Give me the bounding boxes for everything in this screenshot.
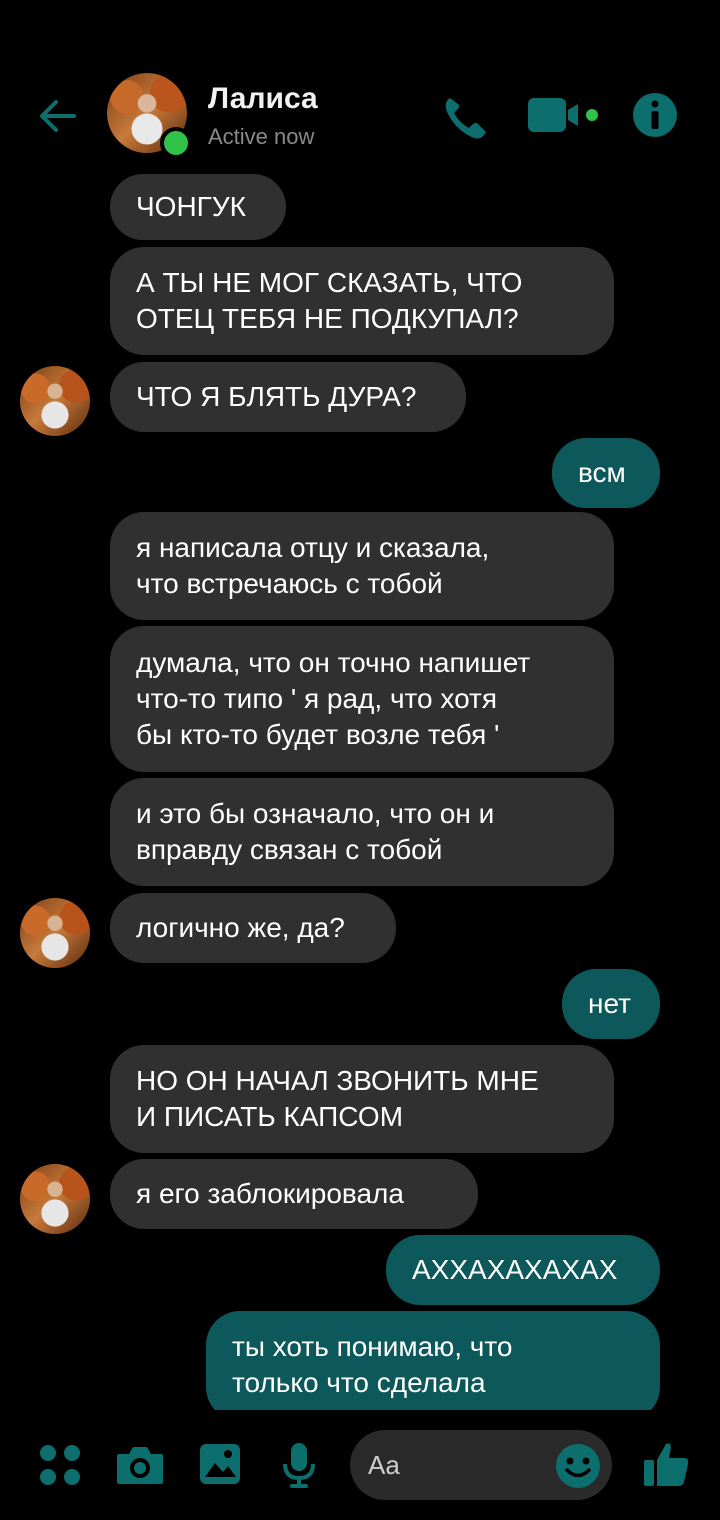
contact-name[interactable]: Лалиса xyxy=(208,82,318,116)
message-bubble-outgoing[interactable]: АХХАХАХАХАХ xyxy=(386,1235,660,1305)
contact-avatar-small xyxy=(20,366,90,436)
thumbs-up-icon[interactable] xyxy=(642,1440,690,1488)
emoji-icon[interactable] xyxy=(555,1443,601,1489)
contact-avatar-small xyxy=(20,898,90,968)
microphone-icon[interactable] xyxy=(282,1442,316,1488)
message-bubble-incoming[interactable]: А ТЫ НЕ МОГ СКАЗАТЬ, ЧТО ОТЕЦ ТЕБЯ НЕ ПО… xyxy=(110,247,614,355)
message-bubble-incoming[interactable]: ЧОНГУК xyxy=(110,174,286,240)
phone-icon[interactable] xyxy=(440,92,490,142)
message-bubble-incoming[interactable]: ЧТО Я БЛЯТЬ ДУРА? xyxy=(110,362,466,432)
contact-status: Active now xyxy=(208,124,315,149)
contact-avatar-small xyxy=(20,1164,90,1234)
gallery-icon[interactable] xyxy=(199,1443,241,1485)
camera-icon[interactable] xyxy=(115,1444,165,1486)
message-bubble-outgoing[interactable]: нет xyxy=(562,969,660,1039)
back-arrow-icon[interactable] xyxy=(30,88,86,144)
message-bubble-incoming[interactable]: думала, что он точно напишет что-то типо… xyxy=(110,626,614,772)
message-input-placeholder: Aa xyxy=(368,1449,400,1480)
chat-header: Лалиса Active now xyxy=(0,0,720,170)
message-bubble-incoming[interactable]: и это бы означало, что он и вправду связ… xyxy=(110,778,614,886)
message-bubble-outgoing[interactable]: всм xyxy=(552,438,660,508)
message-bubble-incoming[interactable]: логично же, да? xyxy=(110,893,396,963)
online-indicator xyxy=(160,127,192,159)
info-icon[interactable] xyxy=(632,92,678,138)
message-bubble-outgoing[interactable]: ты хоть понимаю, что только что сделала xyxy=(206,1311,660,1421)
menu-dots-icon[interactable] xyxy=(38,1443,82,1487)
message-bubble-incoming[interactable]: НО ОН НАЧАЛ ЗВОНИТЬ МНЕ И ПИСАТЬ КАПСОМ xyxy=(110,1045,614,1153)
message-bubble-incoming[interactable]: я написала отцу и сказала, что встречаюс… xyxy=(110,512,614,620)
video-camera-icon[interactable] xyxy=(528,96,600,136)
message-bubble-incoming[interactable]: я его заблокировала xyxy=(110,1159,478,1229)
